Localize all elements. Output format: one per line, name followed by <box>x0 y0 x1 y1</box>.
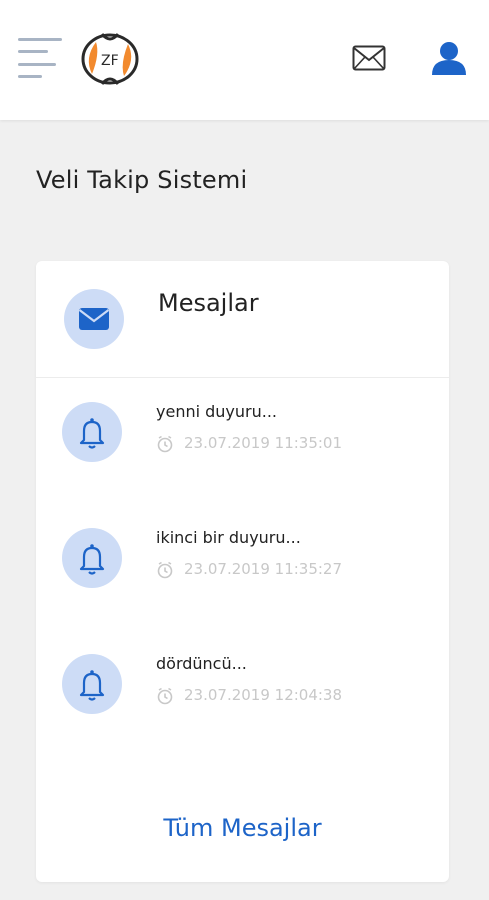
card-header: Mesajlar <box>36 261 449 378</box>
page-title: Veli Takip Sistemi <box>36 166 248 194</box>
messages-card: Mesajlar yenni duyuru... 23.07.2019 11:3… <box>36 261 449 882</box>
bell-icon <box>62 654 122 714</box>
message-item[interactable]: ikinci bir duyuru... 23.07.2019 11:35:27 <box>36 528 449 628</box>
message-title: yenni duyuru... <box>156 402 278 421</box>
bell-icon <box>62 402 122 462</box>
hamburger-menu-icon[interactable] <box>18 36 66 80</box>
all-messages-link[interactable]: Tüm Mesajlar <box>36 814 449 842</box>
envelope-icon[interactable] <box>352 45 386 71</box>
user-icon[interactable] <box>430 40 468 76</box>
message-time: 23.07.2019 11:35:27 <box>184 560 343 578</box>
card-title: Mesajlar <box>158 289 259 317</box>
message-title: ikinci bir duyuru... <box>156 528 301 547</box>
envelope-icon <box>64 289 124 349</box>
clock-icon <box>156 687 174 705</box>
clock-icon <box>156 561 174 579</box>
svg-text:ZF: ZF <box>101 53 119 69</box>
message-time: 23.07.2019 11:35:01 <box>184 434 343 452</box>
message-title: dördüncü... <box>156 654 247 673</box>
clock-icon <box>156 435 174 453</box>
message-item[interactable]: dördüncü... 23.07.2019 12:04:38 <box>36 654 449 754</box>
message-time: 23.07.2019 12:04:38 <box>184 686 343 704</box>
message-item[interactable]: yenni duyuru... 23.07.2019 11:35:01 <box>36 402 449 502</box>
school-logo[interactable]: ZF <box>78 28 142 90</box>
bell-icon <box>62 528 122 588</box>
top-app-bar: ZF <box>0 0 489 120</box>
